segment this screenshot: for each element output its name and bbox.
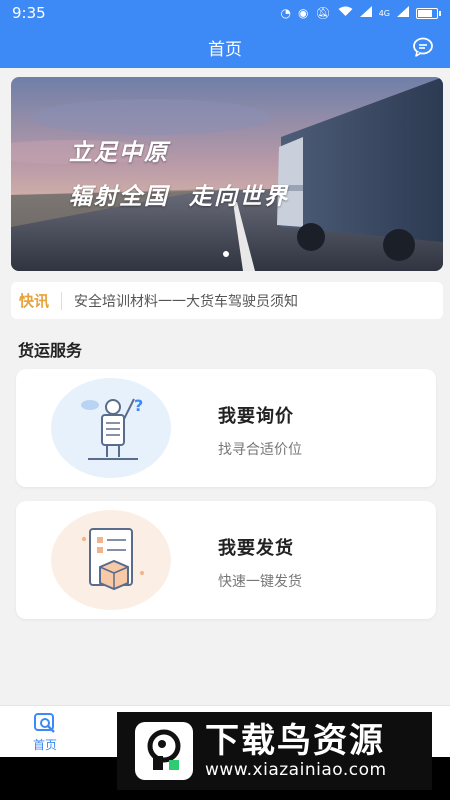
wifi-icon bbox=[338, 6, 353, 20]
svg-text:?: ? bbox=[134, 396, 143, 415]
banner-slogan-1: 立足中原 bbox=[69, 140, 169, 166]
banner-slogan-2: 辐射全国 走向世界 bbox=[69, 184, 290, 210]
speed-icon: ◔ bbox=[280, 6, 291, 20]
inquiry-card[interactable]: ? 我要询价 找寻合适价位 bbox=[16, 369, 436, 487]
signal-icon bbox=[359, 6, 372, 20]
watermark-logo: 下载鸟资源 www.xiazainiao.com bbox=[117, 712, 432, 790]
battery-icon bbox=[416, 7, 441, 19]
news-headline[interactable]: 安全培训材料一一大货车驾驶员须知 bbox=[74, 291, 298, 311]
eye-icon: ◉ bbox=[297, 6, 309, 20]
watermark-title: 下载鸟资源 bbox=[205, 721, 385, 761]
page-title: 首页 bbox=[208, 39, 242, 60]
hero-banner[interactable]: 立足中原 辐射全国 走向世界 bbox=[11, 77, 443, 271]
inquiry-subtitle: 找寻合适价位 bbox=[218, 442, 302, 458]
status-bar: 9:35 ◔ ◉ 🔕︎ 4G bbox=[0, 0, 450, 26]
nav-bar: 首页 bbox=[0, 26, 450, 68]
shipping-subtitle: 快速一键发货 bbox=[218, 574, 302, 590]
signal-icon-2 bbox=[397, 6, 409, 20]
mute-icon: 🔕︎ bbox=[315, 6, 331, 20]
inquiry-illustration: ? bbox=[51, 378, 171, 478]
tab-home[interactable]: 首页 bbox=[20, 712, 70, 753]
shipping-card[interactable]: 我要发货 快速一键发货 bbox=[16, 501, 436, 619]
chat-icon[interactable] bbox=[412, 36, 434, 58]
shipping-illustration bbox=[51, 510, 171, 610]
news-tag: 快讯 bbox=[19, 292, 50, 310]
status-icons: ◔ ◉ 🔕︎ 4G bbox=[280, 6, 441, 20]
shipping-title: 我要发货 bbox=[218, 538, 294, 559]
tab-home-label: 首页 bbox=[32, 738, 57, 752]
status-time: 9:35 bbox=[12, 4, 46, 22]
section-title: 货运服务 bbox=[18, 341, 83, 360]
news-divider bbox=[61, 291, 63, 310]
bird-logo-icon bbox=[135, 722, 193, 780]
home-search-icon bbox=[34, 713, 55, 733]
banner-page-indicator bbox=[223, 251, 229, 257]
news-ticker[interactable]: 快讯 安全培训材料一一大货车驾驶员须知 bbox=[11, 282, 443, 319]
watermark-url: www.xiazainiao.com bbox=[205, 760, 387, 780]
inquiry-title: 我要询价 bbox=[218, 406, 294, 427]
signal-label: 4G bbox=[378, 8, 390, 18]
